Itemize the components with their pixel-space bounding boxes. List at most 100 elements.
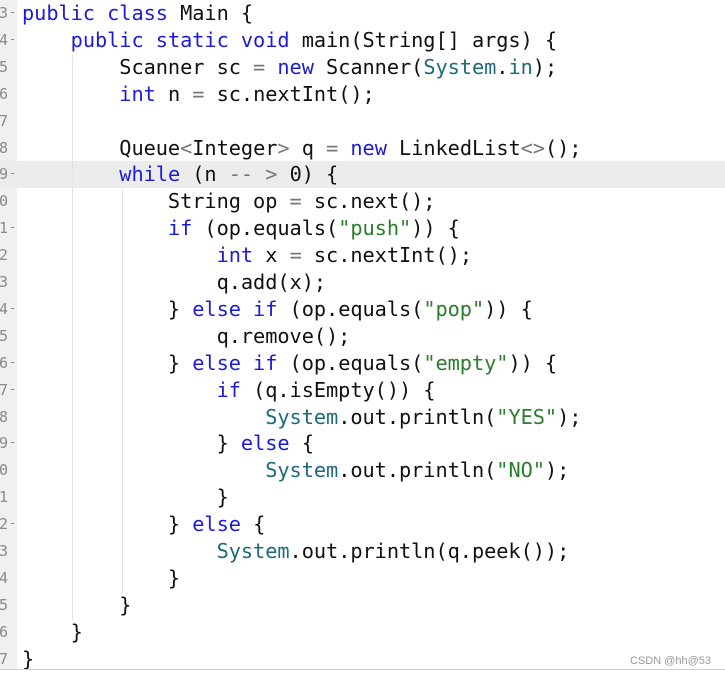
code-text: Queue<Integer> q = new LinkedList<>(); xyxy=(22,135,581,162)
divider xyxy=(0,669,725,670)
cls-token: System xyxy=(265,458,339,483)
code-token: Scanner( xyxy=(326,54,424,79)
code-line[interactable]: 1 } xyxy=(0,484,725,511)
code-line[interactable]: 0 String op = sc.next(); xyxy=(0,188,725,215)
line-number: 4 xyxy=(0,568,8,587)
fold-toggle-icon[interactable]: - xyxy=(9,296,16,321)
code-token: main(String[] args) { xyxy=(301,27,558,52)
code-text: } else if (op.equals("pop")) { xyxy=(22,296,533,323)
line-number: 8 xyxy=(0,407,8,426)
fold-toggle-icon[interactable]: - xyxy=(9,430,16,455)
kw-token: new xyxy=(265,54,327,79)
fold-toggle-icon[interactable]: - xyxy=(9,0,16,25)
code-line[interactable]: 9- } else { xyxy=(0,430,725,457)
code-line[interactable]: 4- public static void main(String[] args… xyxy=(0,27,725,54)
code-line[interactable]: 2 int x = sc.nextInt(); xyxy=(0,242,725,269)
code-token: } xyxy=(22,619,83,644)
code-token: 0) { xyxy=(277,162,339,187)
code-line[interactable]: 6 } xyxy=(0,619,725,646)
code-line[interactable]: 8 System.out.println("YES"); xyxy=(0,404,725,431)
fold-toggle-icon[interactable]: - xyxy=(9,511,16,536)
code-text: } xyxy=(22,484,229,511)
line-number: 1 xyxy=(0,488,8,507)
code-token: (); xyxy=(544,135,582,160)
code-text: if (op.equals("push")) { xyxy=(22,215,460,242)
code-token: q xyxy=(289,135,327,160)
op-token: <> xyxy=(520,135,545,160)
code-token: )) { xyxy=(484,296,533,321)
line-number: 5 xyxy=(0,595,8,614)
code-token: q.add(x); xyxy=(22,270,327,294)
code-token: (n xyxy=(192,162,229,187)
code-token: } xyxy=(22,485,229,510)
code-token: } xyxy=(22,350,193,375)
code-line[interactable]: 5 q.remove(); xyxy=(0,323,725,350)
code-line[interactable]: 0 System.out.println("NO"); xyxy=(0,457,725,484)
fold-toggle-icon[interactable]: - xyxy=(9,161,16,186)
code-token: (q.isEmpty()) { xyxy=(253,377,436,402)
code-line[interactable]: 1- if (op.equals("push")) { xyxy=(0,215,725,242)
code-line[interactable]: 7- if (q.isEmpty()) { xyxy=(0,377,725,404)
code-line[interactable]: 4- } else if (op.equals("pop")) { xyxy=(0,296,725,323)
fold-toggle-icon[interactable]: - xyxy=(9,350,16,375)
code-line[interactable]: 5 Scanner sc = new Scanner(System.in); xyxy=(0,54,725,81)
code-token: (op.equals( xyxy=(289,350,424,375)
code-token: n xyxy=(167,81,193,106)
op-token: = xyxy=(326,135,339,160)
code-line[interactable]: 3- public class Main { xyxy=(0,0,725,27)
code-token: String op xyxy=(22,189,290,214)
line-number: 7 xyxy=(0,380,8,399)
kw-token: int xyxy=(119,81,168,106)
code-token: { xyxy=(301,431,314,456)
line-number: 3 xyxy=(0,273,8,291)
kw-token: public class xyxy=(22,1,181,25)
line-number: 2 xyxy=(0,515,8,534)
kw-token: if xyxy=(216,377,254,402)
line-number: 9 xyxy=(0,165,8,184)
line-number: 7 xyxy=(0,111,8,130)
code-token: } xyxy=(22,565,181,590)
code-line[interactable]: 3 q.add(x); xyxy=(0,269,725,296)
code-token: )) { xyxy=(411,216,460,241)
code-token: Scanner sc xyxy=(22,54,254,79)
fold-toggle-icon[interactable]: - xyxy=(9,27,16,52)
fold-toggle-icon[interactable]: - xyxy=(9,377,16,402)
str-token: "push" xyxy=(338,216,412,241)
op-token: < xyxy=(180,135,193,160)
line-number: 6 xyxy=(0,622,8,641)
code-line[interactable]: 7 xyxy=(0,108,725,135)
code-line[interactable]: 6 int n = sc.nextInt(); xyxy=(0,81,725,108)
code-line[interactable]: 4 } xyxy=(0,565,725,592)
code-line[interactable]: 5 } xyxy=(0,592,725,619)
code-line[interactable]: 6- } else if (op.equals("empty")) { xyxy=(0,350,725,377)
op-token: > xyxy=(277,135,290,160)
code-line[interactable]: 8 Queue<Integer> q = new LinkedList<>(); xyxy=(0,135,725,162)
code-text: } xyxy=(22,619,83,646)
line-number: 2 xyxy=(0,246,8,265)
code-text: int n = sc.nextInt(); xyxy=(22,81,374,108)
op-token: -- > xyxy=(228,162,278,187)
kw-token: else xyxy=(240,431,302,456)
code-line[interactable]: 2- } else { xyxy=(0,511,725,538)
code-line[interactable]: 9- while (n -- > 0) { xyxy=(0,161,725,189)
code-text: public static void main(String[] args) { xyxy=(22,27,557,54)
line-number: 0 xyxy=(0,461,8,480)
code-token: sc.next(); xyxy=(301,189,436,214)
fold-toggle-icon[interactable]: - xyxy=(9,215,16,240)
code-line[interactable]: 3 System.out.println(q.peek()); xyxy=(0,538,725,565)
code-text: } else if (op.equals("empty")) { xyxy=(22,350,557,377)
code-token: .out.println(q.peek()); xyxy=(289,539,570,563)
code-token: Integer xyxy=(192,135,278,160)
str-token: "empty" xyxy=(423,350,509,375)
code-text: System.out.println("YES"); xyxy=(22,404,581,431)
code-token: ); xyxy=(544,458,570,483)
code-token: sc.nextInt(); xyxy=(301,243,472,268)
code-text: Scanner sc = new Scanner(System.in); xyxy=(22,54,557,81)
code-token: } xyxy=(22,592,132,617)
